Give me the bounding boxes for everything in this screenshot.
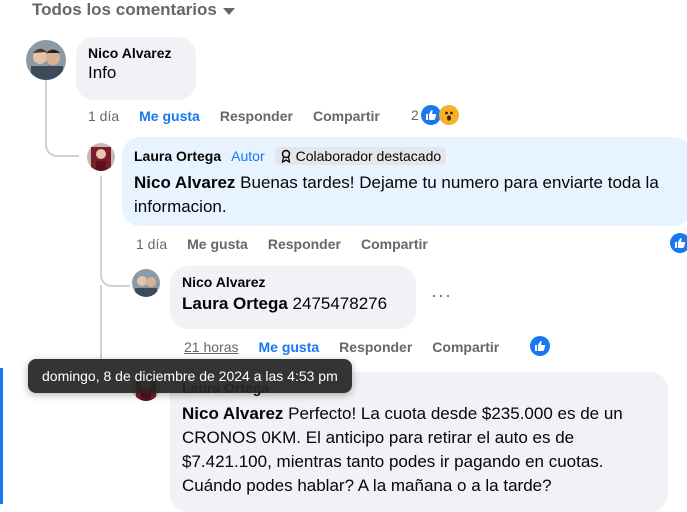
reply-button[interactable]: Responder: [220, 108, 293, 124]
author-badge: Autor: [231, 148, 265, 164]
mention-link[interactable]: Nico Alvarez: [134, 173, 235, 192]
comment-bubble: Nico Alvarez Laura Ortega 2475478276: [170, 266, 416, 329]
share-button[interactable]: Compartir: [361, 236, 428, 252]
timestamp-tooltip: domingo, 8 de diciembre de 2024 a las 4:…: [28, 359, 352, 393]
reaction-count: 2: [411, 107, 419, 123]
comment-bubble: Laura Ortega Autor Colaborador destacado…: [122, 137, 687, 226]
comment-author[interactable]: Nico Alvarez: [182, 274, 404, 290]
comment-time[interactable]: 1 día: [136, 236, 167, 252]
thumbs-up-icon[interactable]: [530, 336, 550, 356]
share-button[interactable]: Compartir: [432, 339, 499, 355]
comment-text: Laura Ortega 2475478276: [182, 292, 404, 316]
comment-time[interactable]: 21 horas: [184, 339, 238, 355]
comment-author[interactable]: Nico Alvarez: [88, 45, 184, 61]
thread-connector: [45, 130, 79, 157]
like-button[interactable]: Me gusta: [187, 236, 248, 252]
focus-indicator: [0, 368, 3, 504]
tooltip-text: domingo, 8 de diciembre de 2024 a las 4:…: [42, 368, 338, 384]
comment-actions: 1 día Me gusta Responder Compartir: [136, 236, 428, 252]
wow-emoji-icon: [438, 105, 459, 125]
comment-actions: 1 día Me gusta Responder Compartir: [88, 108, 380, 124]
mention-link[interactable]: Laura Ortega: [182, 294, 288, 313]
comment-bubble: Laura Ortega Nico Alvarez Perfecto! La c…: [170, 372, 668, 512]
avatar[interactable]: [87, 143, 115, 171]
top-contributor-badge: Colaborador destacado: [274, 147, 447, 165]
comment-text: Info: [88, 63, 117, 82]
top-contributor-label: Colaborador destacado: [295, 148, 442, 164]
reply-button[interactable]: Responder: [339, 339, 412, 355]
avatar[interactable]: [26, 40, 66, 80]
award-icon: [281, 149, 290, 163]
avatar[interactable]: [132, 269, 160, 297]
mention-link[interactable]: Nico Alvarez: [182, 404, 283, 423]
thumbs-up-icon: [420, 105, 441, 125]
comment-time[interactable]: 1 día: [88, 108, 119, 124]
comment-body: 2475478276: [287, 294, 388, 313]
comment-filter-label: Todos los comentarios: [32, 0, 217, 19]
thumbs-up-icon[interactable]: [670, 233, 687, 253]
thread-line: [100, 285, 102, 365]
comment-author[interactable]: Laura Ortega: [134, 148, 221, 164]
comment-text: Nico Alvarez Buenas tardes! Dejame tu nu…: [134, 171, 680, 219]
thread-connector: [100, 263, 130, 287]
caret-down-icon: [222, 8, 235, 15]
like-button[interactable]: Me gusta: [139, 108, 200, 124]
more-options-icon[interactable]: ···: [431, 285, 452, 306]
comment-filter-dropdown[interactable]: Todos los comentarios: [32, 0, 235, 20]
comment-bubble: Nico Alvarez Info: [76, 37, 196, 100]
comment-actions: 21 horas Me gusta Responder Compartir: [184, 339, 499, 355]
share-button[interactable]: Compartir: [313, 108, 380, 124]
like-button[interactable]: Me gusta: [258, 339, 319, 355]
reply-button[interactable]: Responder: [268, 236, 341, 252]
comment-text: Nico Alvarez Perfecto! La cuota desde $2…: [182, 402, 656, 498]
reaction-summary[interactable]: 2: [411, 105, 459, 125]
thread-line: [100, 176, 102, 273]
